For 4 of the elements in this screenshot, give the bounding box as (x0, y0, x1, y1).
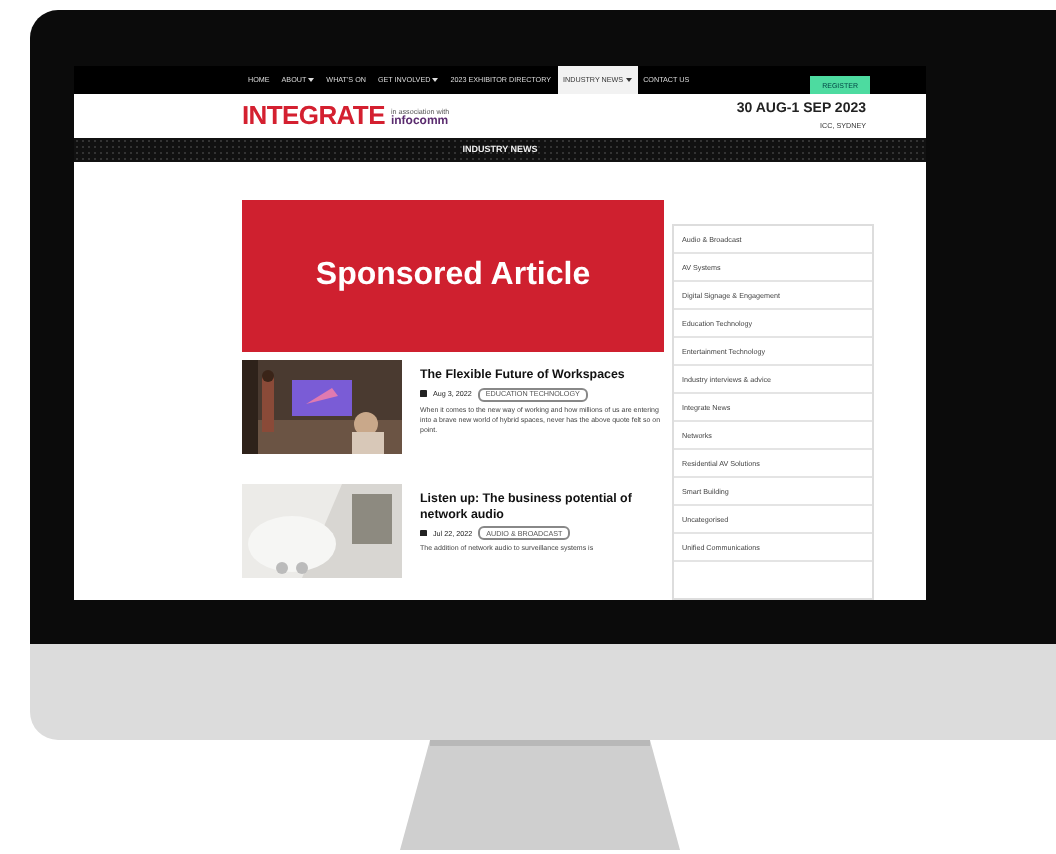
site-logo[interactable]: INTEGRATE (242, 100, 385, 131)
calendar-icon (420, 529, 427, 537)
calendar-icon (420, 390, 427, 398)
sponsored-banner: Sponsored Article (242, 200, 664, 352)
